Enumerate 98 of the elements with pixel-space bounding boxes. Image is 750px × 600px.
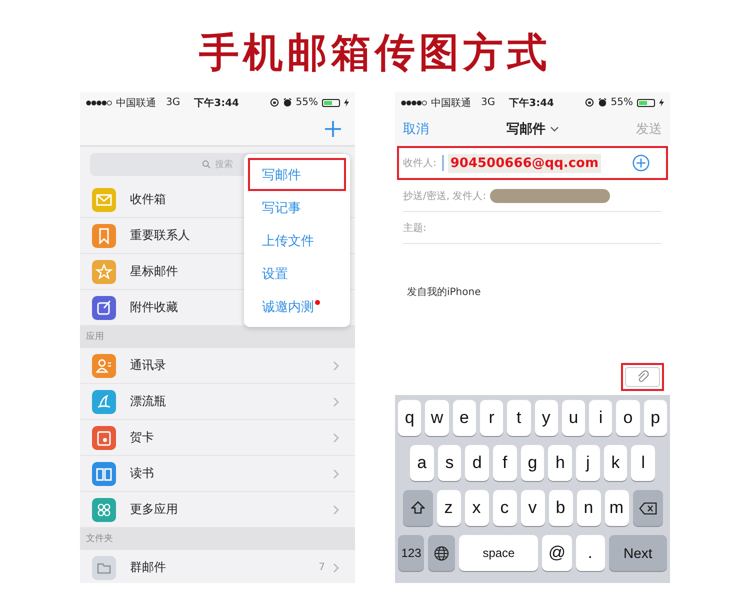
keyboard-key[interactable]: l	[631, 445, 656, 481]
keyboard-key[interactable]: g	[520, 445, 544, 481]
caret-icon[interactable]	[550, 126, 558, 132]
rotation-lock-icon	[270, 98, 279, 107]
signature-text: 发自我的iPhone	[407, 287, 481, 298]
item-label: 贺卡	[130, 429, 154, 446]
search-placeholder: 搜索	[215, 158, 233, 171]
keyboard-key[interactable]: s	[438, 445, 462, 481]
add-contact-icon[interactable]	[632, 154, 650, 172]
backspace-icon	[638, 502, 656, 514]
globe-key[interactable]	[428, 535, 455, 571]
search-icon	[202, 160, 211, 169]
battery-icon	[637, 98, 655, 106]
keyboard-key[interactable]: 123	[398, 535, 424, 571]
chevron-icon	[333, 562, 339, 572]
keyboard-key[interactable]: Next	[608, 535, 667, 571]
signal-icon	[401, 100, 427, 106]
item-label: 读书	[130, 465, 154, 482]
charging-icon	[659, 98, 664, 107]
item-label: 更多应用	[130, 501, 178, 518]
item-label: 收件箱	[130, 191, 166, 208]
clock-time: 下午3:44	[509, 96, 554, 110]
item-label: 星标邮件	[130, 263, 178, 280]
recipient-address: 904500666@qq.com	[448, 154, 601, 172]
keyboard-key[interactable]: e	[452, 400, 476, 436]
signal-icon	[86, 100, 112, 106]
keyboard-key[interactable]: space	[458, 535, 538, 571]
charging-icon	[344, 98, 349, 107]
rotation-lock-icon	[584, 98, 594, 107]
keyboard-key[interactable]: b	[548, 490, 572, 526]
alarm-icon	[598, 98, 607, 107]
menu-item-label: 诚邀内测	[262, 298, 314, 316]
battery-icon	[322, 98, 340, 106]
compose-title[interactable]: 写邮件	[506, 120, 546, 138]
network-type: 3G	[481, 97, 496, 108]
keyboard-key[interactable]: c	[492, 490, 516, 526]
chevron-icon	[333, 468, 339, 478]
app-item[interactable]: 群邮件 7	[80, 550, 355, 583]
section-header: 文件夹	[80, 528, 355, 550]
carrier-name: 中国联通	[431, 96, 471, 110]
delete-key[interactable]	[632, 490, 662, 526]
keyboard-key[interactable]: k	[604, 445, 628, 481]
chevron-icon	[333, 504, 339, 514]
item-count: 7	[318, 562, 325, 573]
item-label: 通讯录	[130, 357, 166, 374]
clock-time: 下午3:44	[194, 96, 239, 110]
plus-icon[interactable]	[325, 121, 341, 137]
chevron-icon	[333, 396, 339, 406]
menu-item-label: 设置	[262, 266, 288, 282]
battery-percent: 55%	[610, 97, 633, 108]
app-item[interactable]: 通讯录	[80, 348, 355, 384]
keyboard-key[interactable]: a	[410, 445, 434, 481]
recipient-field[interactable]: 收件人: 904500666@qq.com	[397, 146, 668, 180]
battery-percent: 55%	[296, 97, 318, 108]
keyboard-key[interactable]: p	[644, 400, 667, 436]
field-label: 收件人:	[403, 157, 436, 170]
alarm-icon	[282, 98, 292, 107]
keyboard-key[interactable]: o	[616, 400, 640, 436]
page-title: 手机邮箱传图方式	[199, 29, 551, 78]
field-label: 抄送/密送, 发件人:	[403, 190, 486, 202]
network-type: 3G	[166, 97, 180, 108]
paperclip-icon	[636, 370, 650, 384]
shift-icon	[410, 501, 424, 515]
carrier-name: 中国联通	[116, 96, 156, 110]
item-label: 重要联系人	[130, 227, 190, 244]
item-label: 漂流瓶	[130, 393, 166, 410]
keyboard-key[interactable]: z	[436, 490, 460, 526]
app-item[interactable]: 读书	[80, 456, 355, 492]
keyboard-key[interactable]: q	[398, 400, 422, 436]
keyboard-key[interactable]: v	[520, 490, 544, 526]
keyboard-key[interactable]: i	[589, 400, 612, 436]
keyboard-key[interactable]: @	[542, 535, 572, 571]
keyboard-key[interactable]: w	[425, 400, 449, 436]
field-label: 主题:	[403, 222, 426, 234]
item-label: 群邮件	[130, 559, 166, 576]
chevron-icon	[333, 360, 339, 370]
shift-key[interactable]	[402, 490, 432, 526]
menu-item-label: 写记事	[262, 200, 301, 216]
item-label: 附件收藏	[130, 299, 178, 316]
keyboard-key[interactable]: u	[562, 400, 586, 436]
keyboard-key[interactable]: t	[507, 400, 530, 436]
globe-icon	[434, 546, 450, 560]
keyboard-key[interactable]: r	[480, 400, 504, 436]
keyboard-key[interactable]: m	[604, 490, 628, 526]
app-item[interactable]: 漂流瓶	[80, 384, 355, 420]
keyboard-key[interactable]: f	[493, 445, 517, 481]
keyboard-key[interactable]: x	[464, 490, 488, 526]
keyboard-key[interactable]: d	[465, 445, 489, 481]
app-item[interactable]: 贺卡	[80, 420, 355, 456]
chevron-icon	[333, 432, 339, 442]
keyboard-key[interactable]: y	[534, 400, 558, 436]
keyboard-key[interactable]: .	[576, 535, 605, 571]
section-header: 应用	[80, 326, 355, 348]
keyboard-key[interactable]: j	[576, 445, 600, 481]
keyboard-key[interactable]: n	[576, 490, 600, 526]
menu-item-label: 上传文件	[262, 232, 314, 250]
attach-button[interactable]	[625, 367, 660, 387]
keyboard-key[interactable]: h	[548, 445, 572, 481]
